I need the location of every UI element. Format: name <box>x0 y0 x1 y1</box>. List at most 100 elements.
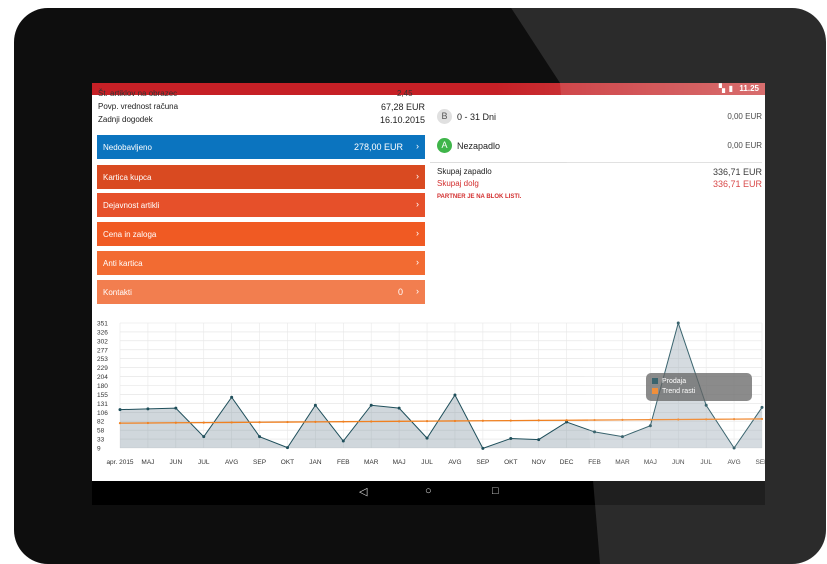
status-bar: ▚ ▮ 11.25 <box>92 83 765 95</box>
legend-label: Prodaja <box>662 378 687 385</box>
back-icon[interactable]: ◁ <box>359 485 367 498</box>
trend-point <box>370 420 373 423</box>
menu-item-kartica-kupca[interactable]: Kartica kupca › <box>97 165 425 189</box>
x-tick-label: AVG <box>225 459 238 466</box>
y-tick-label: 155 <box>97 392 108 399</box>
trend-point <box>732 418 736 421</box>
prodaja-point <box>230 395 234 399</box>
sum-zapadlo-value: 336,71 EUR <box>712 167 762 177</box>
chevron-right-icon: › <box>416 228 419 238</box>
x-tick-label: JUL <box>700 459 712 466</box>
aging-row-a[interactable]: A Nezapadlo 0,00 EUR <box>437 133 762 161</box>
x-tick-label: JUN <box>170 459 183 466</box>
trend-point <box>258 421 261 424</box>
prodaja-point <box>369 403 373 407</box>
y-tick-label: 58 <box>97 428 105 435</box>
y-tick-label: 204 <box>97 374 108 381</box>
menu-item-kontakti[interactable]: Kontakti 0 › <box>97 280 425 304</box>
chevron-right-icon: › <box>416 199 419 209</box>
trend-point <box>649 418 652 421</box>
y-tick-label: 326 <box>97 329 108 336</box>
prodaja-point <box>760 405 764 409</box>
prodaja-point <box>285 446 289 450</box>
prodaja-point <box>146 407 150 411</box>
x-tick-label: JUL <box>198 459 210 466</box>
signal-icon: ▚ <box>718 84 725 93</box>
trend-point <box>565 419 568 422</box>
x-tick-label: OKT <box>504 459 517 466</box>
y-tick-label: 131 <box>97 401 108 408</box>
info-label-avg: Povp. vrednost računa <box>98 102 179 111</box>
x-tick-label: MAJ <box>141 459 154 466</box>
menu-item-label: Cena in zaloga <box>103 230 157 239</box>
legend-swatch <box>652 388 658 395</box>
y-tick-label: 33 <box>97 437 105 444</box>
chevron-right-icon: › <box>416 257 419 267</box>
menu-item-cena-in-zaloga[interactable]: Cena in zaloga › <box>97 222 425 246</box>
prodaja-point <box>481 446 485 450</box>
prodaja-point <box>676 321 680 325</box>
legend-item-trend: Trend rasti <box>652 388 695 395</box>
menu-item-anti-kartica[interactable]: Anti kartica › <box>97 251 425 275</box>
chart-legend: Prodaja Trend rasti <box>646 373 752 401</box>
menu-item-dejavnost-artikli[interactable]: Dejavnost artikli › <box>97 193 425 217</box>
trend-point <box>481 419 484 422</box>
x-tick-label: JUN <box>672 459 685 466</box>
chevron-right-icon: › <box>416 171 419 181</box>
aging-label: 0 - 31 Dni <box>457 112 497 122</box>
x-tick-label: FEB <box>588 459 601 466</box>
trend-point <box>677 418 680 421</box>
trend-point <box>593 418 596 422</box>
home-icon[interactable]: ○ <box>425 485 432 497</box>
y-tick-label: 180 <box>97 383 108 390</box>
aging-label: Nezapadlo <box>457 141 501 151</box>
y-tick-label: 277 <box>97 347 108 354</box>
trend-point <box>760 417 764 421</box>
sum-dolg-label: Skupaj dolg <box>437 179 479 188</box>
x-tick-label: NOV <box>532 459 547 466</box>
trend-point <box>286 420 289 424</box>
info-value-avg: 67,28 EUR <box>380 102 425 112</box>
y-tick-label: 351 <box>97 321 108 328</box>
y-tick-label: 106 <box>97 410 108 417</box>
menu-item-label: Kartica kupca <box>103 173 152 182</box>
x-tick-label: MAJ <box>644 459 657 466</box>
trend-point <box>453 419 457 423</box>
trend-point <box>146 421 150 425</box>
aging-row-b[interactable]: B 0 - 31 Dni 0,00 EUR <box>437 104 762 132</box>
badge-b-icon: B <box>437 109 452 124</box>
recent-apps-icon[interactable]: □ <box>492 485 499 497</box>
legend-swatch <box>652 378 658 385</box>
x-tick-label: JAN <box>309 459 322 466</box>
prodaja-point <box>620 435 624 439</box>
prodaja-point <box>425 436 429 440</box>
x-tick-label: DEC <box>560 459 574 466</box>
x-tick-label: apr. 2015 <box>106 459 133 466</box>
prodaja-point <box>704 403 708 407</box>
prodaja-point <box>118 408 122 412</box>
prodaja-point <box>732 446 736 450</box>
info-cutoff-value: 2,45 <box>397 89 413 98</box>
menu-item-nedobavljeno[interactable]: Nedobavljeno 278,00 EUR › <box>97 135 425 159</box>
trend-point <box>202 421 205 424</box>
trend-point <box>537 419 540 422</box>
prodaja-point <box>202 435 206 439</box>
prodaja-point <box>313 403 317 407</box>
menu-item-label: Anti kartica <box>103 259 143 268</box>
info-value-last: 16.10.2015 <box>379 115 425 125</box>
x-tick-label: SEP <box>253 459 266 466</box>
chevron-right-icon: › <box>416 286 419 296</box>
blocklist-warning: PARTNER JE NA BLOK LISTI. <box>437 194 522 200</box>
prodaja-point <box>648 424 652 428</box>
info-cutoff-label: Št. artiklov na obrazec <box>98 89 178 98</box>
trend-point <box>118 422 122 425</box>
x-tick-label: MAR <box>615 459 630 466</box>
y-tick-label: 9 <box>97 446 101 453</box>
status-time: 11.25 <box>739 84 759 93</box>
trend-point <box>230 421 233 424</box>
x-tick-label: SEP <box>755 459 765 466</box>
prodaja-point <box>509 436 513 440</box>
x-tick-label: MAJ <box>393 459 406 466</box>
x-tick-label: AVG <box>727 459 740 466</box>
app-screen: ▚ ▮ 11.25 Št. artiklov na obrazec 2,45 P… <box>92 83 765 505</box>
